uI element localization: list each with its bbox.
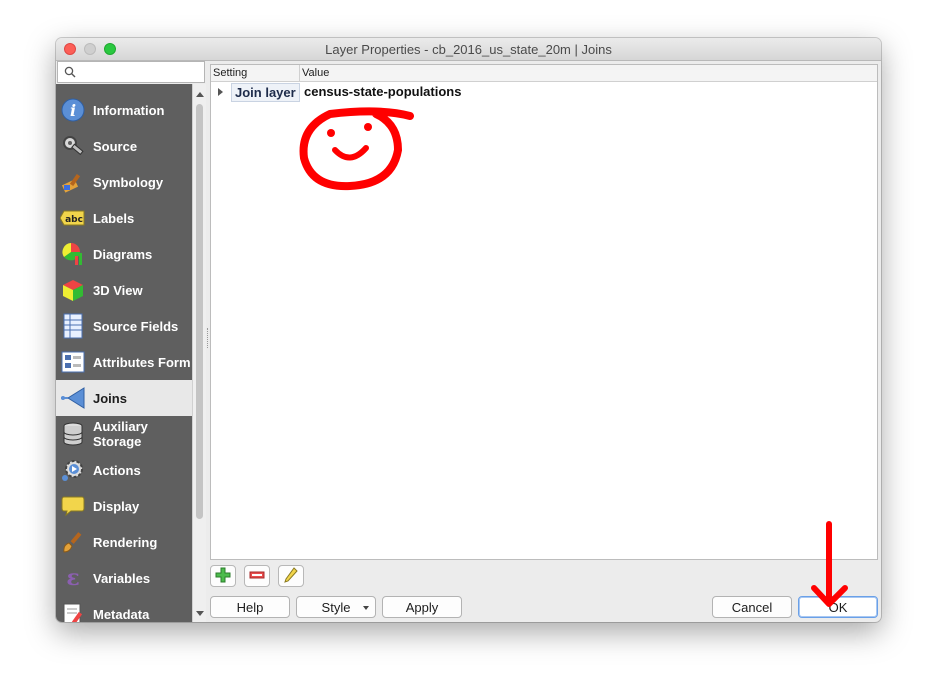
sidebar-item-metadata[interactable]: Metadata	[56, 596, 192, 622]
title-bar: Layer Properties - cb_2016_us_state_20m …	[56, 38, 881, 61]
sidebar-item-source[interactable]: Source	[56, 128, 192, 164]
expand-arrow-icon[interactable]	[218, 88, 223, 96]
metadata-icon	[60, 601, 86, 622]
cancel-button[interactable]: Cancel	[712, 596, 792, 618]
remove-join-icon	[249, 567, 265, 586]
svg-text:abc: abc	[65, 215, 83, 225]
help-button[interactable]: Help	[210, 596, 290, 618]
sidebar-item-auxiliary-storage[interactable]: Auxiliary Storage	[56, 416, 192, 452]
sidebar-item-diagrams[interactable]: Diagrams	[56, 236, 192, 272]
joins-tree[interactable]: Setting Value Join layer census-state-po…	[210, 64, 878, 560]
scrollbar-thumb[interactable]	[196, 104, 203, 519]
svg-text:ε: ε	[66, 566, 79, 590]
sidebar-item-information[interactable]: i Information	[56, 92, 192, 128]
joins-icon	[60, 385, 86, 411]
actions-gear-icon	[60, 457, 86, 483]
style-button-label: Style	[321, 599, 351, 615]
tree-row-join-layer[interactable]: Join layer census-state-populations	[211, 83, 877, 102]
edit-join-button[interactable]	[278, 565, 304, 587]
sidebar-item-symbology[interactable]: Symbology	[56, 164, 192, 200]
sidebar-scrollbar[interactable]	[192, 84, 206, 622]
sidebar-item-labels[interactable]: abc Labels	[56, 200, 192, 236]
sidebar: i Information Source Symbology abc Label…	[56, 84, 192, 622]
apply-button[interactable]: Apply	[382, 596, 462, 618]
edit-join-icon	[283, 566, 299, 586]
sidebar-item-attributes-form[interactable]: Attributes Form	[56, 344, 192, 380]
style-dropdown-arrow-icon[interactable]	[363, 606, 369, 610]
variables-epsilon-icon: ε	[60, 565, 86, 591]
sidebar-item-display[interactable]: Display	[56, 488, 192, 524]
source-wrench-icon	[60, 133, 86, 159]
ok-button[interactable]: OK	[798, 596, 878, 618]
row-value: census-state-populations	[304, 84, 462, 99]
sidebar-item-variables[interactable]: ε Variables	[56, 560, 192, 596]
header-value[interactable]: Value	[302, 67, 329, 79]
auxiliary-storage-icon	[60, 421, 86, 447]
source-fields-icon	[60, 313, 86, 339]
scroll-up-arrow-icon[interactable]	[196, 92, 204, 97]
style-button[interactable]: Style	[296, 596, 376, 618]
scroll-down-arrow-icon[interactable]	[196, 611, 204, 616]
add-join-icon	[215, 567, 231, 586]
tree-header: Setting Value	[211, 65, 877, 82]
sidebar-item-rendering[interactable]: Rendering	[56, 524, 192, 560]
search-icon	[64, 66, 76, 81]
add-join-button[interactable]	[210, 565, 236, 587]
info-icon: i	[60, 97, 86, 123]
rendering-brush-icon	[60, 529, 86, 555]
remove-join-button[interactable]	[244, 565, 270, 587]
header-separator	[299, 65, 300, 81]
header-setting[interactable]: Setting	[213, 67, 247, 79]
window-title: Layer Properties - cb_2016_us_state_20m …	[325, 42, 612, 57]
attributes-form-icon	[60, 349, 86, 375]
layer-properties-dialog: Layer Properties - cb_2016_us_state_20m …	[56, 38, 881, 622]
sidebar-item-actions[interactable]: Actions	[56, 452, 192, 488]
row-setting: Join layer	[231, 83, 300, 102]
sidebar-item-3d-view[interactable]: 3D View	[56, 272, 192, 308]
sidebar-item-source-fields[interactable]: Source Fields	[56, 308, 192, 344]
search-input[interactable]	[57, 61, 205, 83]
sidebar-item-joins[interactable]: Joins	[56, 380, 192, 416]
svg-text:i: i	[70, 101, 76, 120]
symbology-brush-icon	[60, 169, 86, 195]
display-speech-icon	[60, 493, 86, 519]
labels-abc-icon: abc	[60, 205, 86, 231]
3d-cube-icon	[60, 277, 86, 303]
diagrams-icon	[60, 241, 86, 267]
